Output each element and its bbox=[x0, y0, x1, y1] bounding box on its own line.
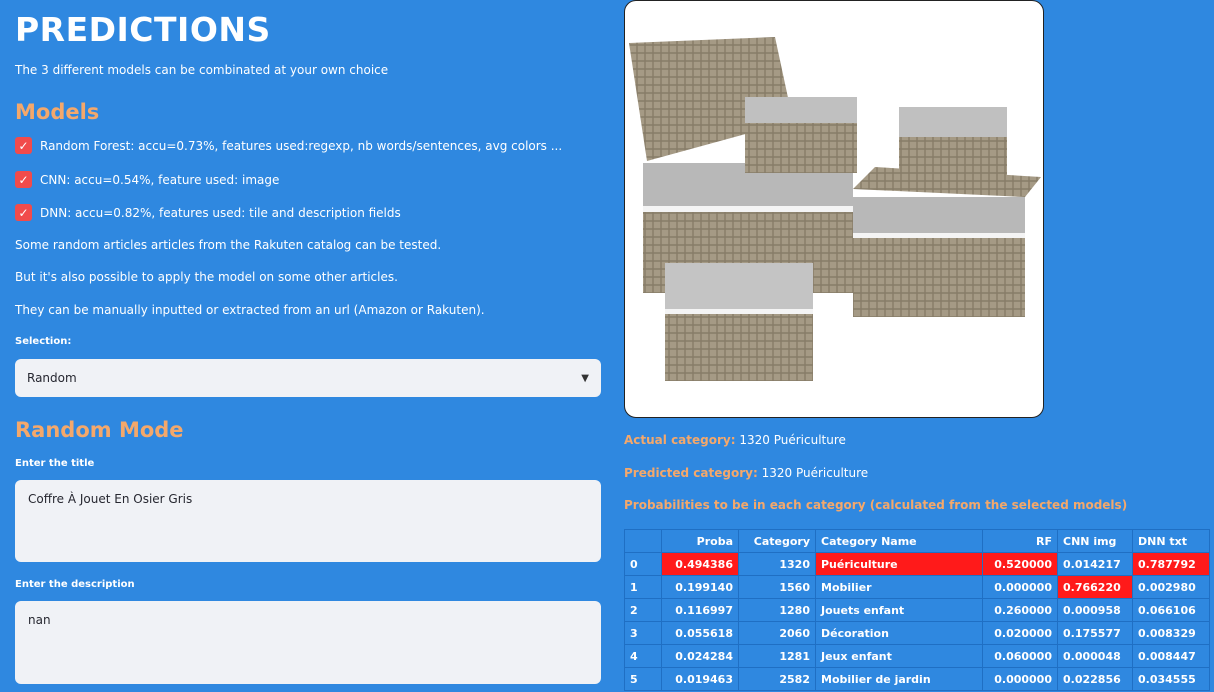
selection-dropdown[interactable]: Random ▼ bbox=[15, 359, 601, 397]
cell-category-name: Mobilier bbox=[815, 575, 983, 599]
cell-dnn: 0.787792 bbox=[1132, 552, 1210, 576]
col-header-proba: Proba bbox=[661, 529, 739, 553]
page-title: PREDICTIONS bbox=[15, 10, 271, 49]
check-icon[interactable]: ✓ bbox=[15, 204, 32, 221]
cell-index: 5 bbox=[624, 667, 662, 691]
col-header-category: Category bbox=[738, 529, 816, 553]
cell-index: 0 bbox=[624, 552, 662, 576]
cell-dnn: 0.008329 bbox=[1132, 621, 1210, 645]
selection-label: Selection: bbox=[15, 336, 72, 347]
cell-cnn: 0.022856 bbox=[1057, 667, 1133, 691]
cell-cnn: 0.175577 bbox=[1057, 621, 1133, 645]
cell-cnn: 0.766220 bbox=[1057, 575, 1133, 599]
probabilities-title: Probabilities to be in each category (ca… bbox=[624, 498, 1128, 512]
predicted-category-label: Predicted category: bbox=[624, 466, 758, 480]
cell-category-name: Jeux enfant bbox=[815, 644, 983, 668]
cell-proba: 0.024284 bbox=[661, 644, 739, 668]
predicted-category: Predicted category: 1320 Puériculture bbox=[624, 466, 868, 480]
checkbox-cnn[interactable]: ✓ CNN: accu=0.54%, feature used: image bbox=[15, 171, 279, 188]
info-text: But it's also possible to apply the mode… bbox=[15, 270, 398, 284]
check-icon[interactable]: ✓ bbox=[15, 137, 32, 154]
random-mode-heading: Random Mode bbox=[15, 418, 184, 442]
checkbox-random-forest[interactable]: ✓ Random Forest: accu=0.73%, features us… bbox=[15, 137, 562, 154]
title-input[interactable]: Coffre À Jouet En Osier Gris bbox=[15, 480, 601, 562]
left-panel: PREDICTIONS The 3 different models can b… bbox=[0, 0, 614, 692]
checkbox-label: CNN: accu=0.54%, feature used: image bbox=[40, 172, 280, 187]
cell-dnn: 0.008447 bbox=[1132, 644, 1210, 668]
predicted-category-value: 1320 Puériculture bbox=[761, 466, 869, 480]
cell-dnn: 0.002980 bbox=[1132, 575, 1210, 599]
probabilities-table: Proba Category Category Name RF CNN img … bbox=[624, 529, 1210, 691]
cell-category: 1281 bbox=[738, 644, 816, 668]
actual-category: Actual category: 1320 Puériculture bbox=[624, 433, 846, 447]
info-text: They can be manually inputted or extract… bbox=[15, 303, 485, 317]
cell-rf: 0.000000 bbox=[982, 575, 1058, 599]
title-label: Enter the title bbox=[15, 458, 95, 469]
table-row: 4 0.024284 1281 Jeux enfant 0.060000 0.0… bbox=[624, 644, 1210, 668]
table-row: 5 0.019463 2582 Mobilier de jardin 0.000… bbox=[624, 667, 1210, 691]
info-text: Some random articles articles from the R… bbox=[15, 238, 442, 252]
checkbox-label: DNN: accu=0.82%, features used: tile and… bbox=[40, 205, 401, 220]
cell-dnn: 0.034555 bbox=[1132, 667, 1210, 691]
actual-category-value: 1320 Puériculture bbox=[739, 433, 846, 447]
col-header-rf: RF bbox=[982, 529, 1058, 553]
cell-index: 2 bbox=[624, 598, 662, 622]
cell-cnn: 0.000048 bbox=[1057, 644, 1133, 668]
cell-proba: 0.199140 bbox=[661, 575, 739, 599]
table-row: 2 0.116997 1280 Jouets enfant 0.260000 0… bbox=[624, 598, 1210, 622]
cell-cnn: 0.014217 bbox=[1057, 552, 1133, 576]
cell-category-name: Jouets enfant bbox=[815, 598, 983, 622]
cell-index: 4 bbox=[624, 644, 662, 668]
cell-proba: 0.055618 bbox=[661, 621, 739, 645]
col-header-category-name: Category Name bbox=[815, 529, 983, 553]
actual-category-label: Actual category: bbox=[624, 433, 736, 447]
cell-category-name: Mobilier de jardin bbox=[815, 667, 983, 691]
cell-index: 3 bbox=[624, 621, 662, 645]
cell-proba: 0.019463 bbox=[661, 667, 739, 691]
cell-rf: 0.060000 bbox=[982, 644, 1058, 668]
table-row: 1 0.199140 1560 Mobilier 0.000000 0.7662… bbox=[624, 575, 1210, 599]
cell-category: 2060 bbox=[738, 621, 816, 645]
col-header-index bbox=[624, 529, 662, 553]
col-header-cnn: CNN img bbox=[1057, 529, 1133, 553]
table-header-row: Proba Category Category Name RF CNN img … bbox=[624, 529, 1210, 553]
cell-category: 1560 bbox=[738, 575, 816, 599]
checkbox-dnn[interactable]: ✓ DNN: accu=0.82%, features used: tile a… bbox=[15, 204, 401, 221]
cell-rf: 0.520000 bbox=[982, 552, 1058, 576]
cell-proba: 0.116997 bbox=[661, 598, 739, 622]
cell-rf: 0.000000 bbox=[982, 667, 1058, 691]
col-header-dnn: DNN txt bbox=[1132, 529, 1210, 553]
models-heading: Models bbox=[15, 100, 100, 124]
page-subtitle: The 3 different models can be combinated… bbox=[15, 63, 389, 77]
cell-proba: 0.494386 bbox=[661, 552, 739, 576]
product-image bbox=[624, 0, 1044, 418]
selection-value: Random bbox=[27, 371, 77, 385]
description-label: Enter the description bbox=[15, 579, 135, 590]
cell-dnn: 0.066106 bbox=[1132, 598, 1210, 622]
description-input[interactable]: nan bbox=[15, 601, 601, 684]
table-row: 0 0.494386 1320 Puériculture 0.520000 0.… bbox=[624, 552, 1210, 576]
cell-category: 1320 bbox=[738, 552, 816, 576]
cell-cnn: 0.000958 bbox=[1057, 598, 1133, 622]
wicker-baskets-image bbox=[629, 37, 1041, 381]
cell-index: 1 bbox=[624, 575, 662, 599]
cell-category: 2582 bbox=[738, 667, 816, 691]
right-panel: Actual category: 1320 Puériculture Predi… bbox=[622, 0, 1214, 692]
cell-rf: 0.260000 bbox=[982, 598, 1058, 622]
cell-category: 1280 bbox=[738, 598, 816, 622]
table-row: 3 0.055618 2060 Décoration 0.020000 0.17… bbox=[624, 621, 1210, 645]
check-icon[interactable]: ✓ bbox=[15, 171, 32, 188]
cell-rf: 0.020000 bbox=[982, 621, 1058, 645]
cell-category-name: Puériculture bbox=[815, 552, 983, 576]
chevron-down-icon[interactable]: ▼ bbox=[581, 373, 589, 384]
checkbox-label: Random Forest: accu=0.73%, features used… bbox=[40, 138, 563, 153]
cell-category-name: Décoration bbox=[815, 621, 983, 645]
